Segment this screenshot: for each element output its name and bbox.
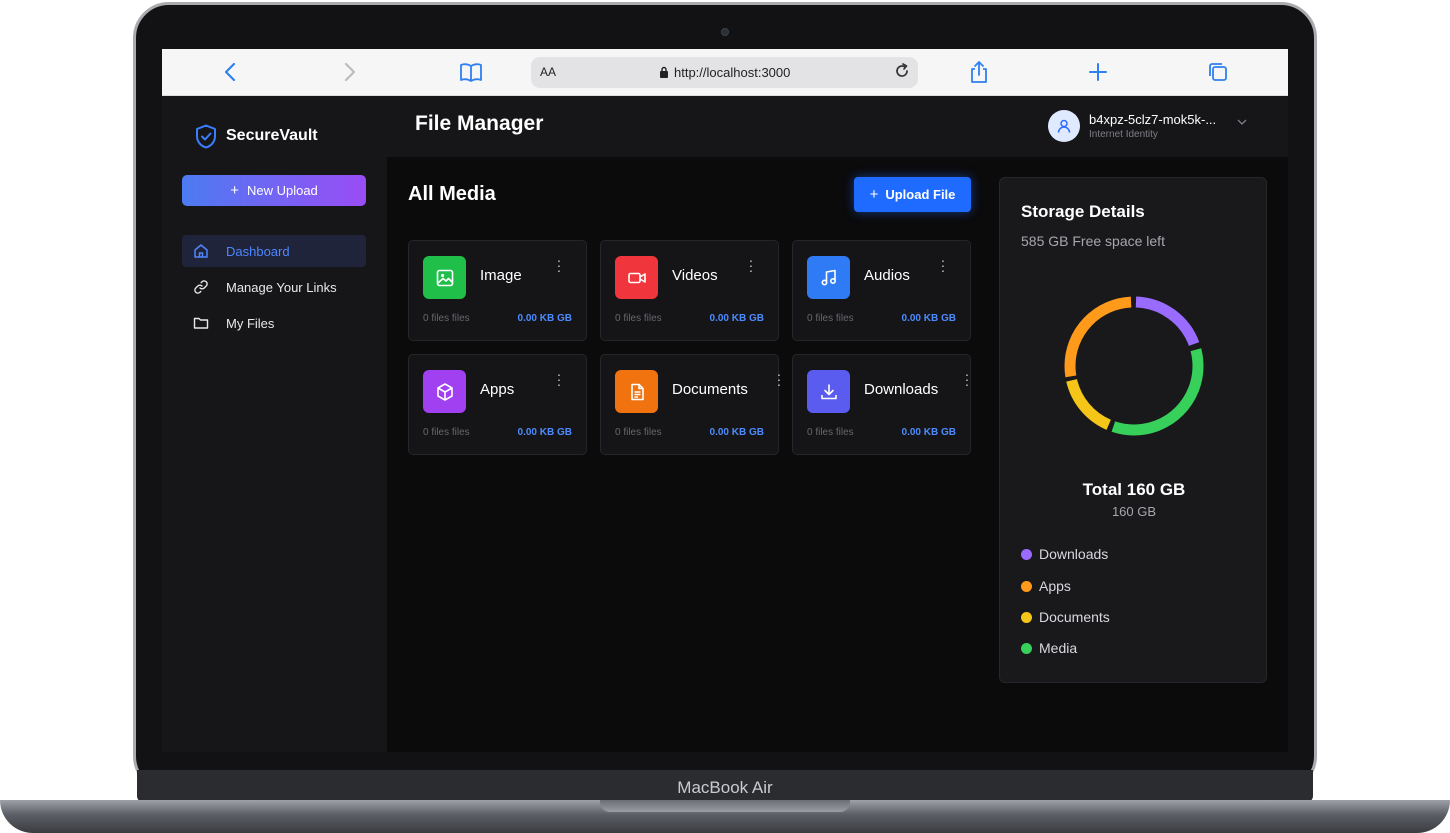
sidebar-item-label: My Files (226, 315, 275, 331)
legend-dot (1021, 548, 1032, 560)
user-icon (1057, 119, 1071, 133)
card-count: 0 files files (807, 427, 854, 438)
chevron-down-icon[interactable] (1237, 117, 1247, 129)
document-icon (615, 370, 658, 413)
more-vertical-icon[interactable]: · · · (963, 367, 971, 391)
card-size: 0.00 KB GB (517, 427, 572, 438)
new-tab-icon[interactable] (1085, 59, 1111, 85)
card-count: 0 files files (807, 313, 854, 324)
card-count: 0 files files (423, 427, 470, 438)
more-vertical-icon[interactable]: · · · (939, 253, 947, 277)
bookmarks-icon[interactable] (458, 59, 484, 85)
card-title: Audios (864, 267, 910, 284)
back-icon[interactable] (218, 59, 244, 85)
plus-icon: + (869, 186, 879, 203)
card-count: 0 files files (615, 427, 662, 438)
link-icon (194, 280, 208, 294)
shield-check-icon (196, 124, 216, 148)
sidebar-item-label: Manage Your Links (226, 279, 337, 295)
upload-file-label: Upload File (885, 187, 956, 202)
forward-icon[interactable] (336, 59, 362, 85)
card-size: 0.00 KB GB (709, 427, 764, 438)
laptop-notch (600, 800, 850, 812)
download-icon (807, 370, 850, 413)
media-card-videos[interactable]: Videos · · · 0 files files 0.00 KB GB (600, 240, 779, 341)
storage-total-sub: 160 GB (1111, 504, 1157, 519)
new-upload-label: New Upload (246, 183, 318, 198)
brand-name: SecureVault (226, 127, 318, 144)
storage-donut-chart (1064, 296, 1204, 436)
upload-file-button[interactable]: + Upload File (854, 177, 971, 212)
reader-aa-button[interactable]: AA (540, 65, 556, 79)
legend-dot (1021, 642, 1032, 654)
address-bar[interactable]: AA http://localhost:3000 (531, 57, 918, 88)
share-icon[interactable] (966, 59, 992, 85)
storage-title: Storage Details (1021, 202, 1145, 221)
camera (721, 28, 729, 36)
media-card-image[interactable]: Image · · · 0 files files 0.00 KB GB (408, 240, 587, 341)
device-label: MacBook Air (677, 778, 773, 797)
user-subtitle: Internet Identity (1089, 129, 1158, 140)
top-header: File Manager b4xpz-5clz7-mok5k-... Inter… (387, 96, 1288, 157)
laptop-base: MacBook Air (0, 770, 1450, 833)
browser-toolbar: AA http://localhost:3000 (162, 49, 1288, 96)
card-count: 0 files files (423, 313, 470, 324)
video-icon (615, 256, 658, 299)
reload-icon[interactable] (892, 61, 912, 86)
more-vertical-icon[interactable]: · · · (555, 367, 563, 391)
card-title: Downloads (864, 381, 939, 398)
card-title: Documents (672, 381, 748, 398)
music-icon (807, 256, 850, 299)
media-card-audios[interactable]: Audios · · · 0 files files 0.00 KB GB (792, 240, 971, 341)
url-text: http://localhost:3000 (674, 65, 791, 80)
storage-free-space: 585 GB Free space left (1021, 233, 1165, 249)
cube-icon (423, 370, 466, 413)
page-title: File Manager (415, 112, 544, 135)
more-vertical-icon[interactable]: · · · (747, 253, 755, 277)
card-size: 0.00 KB GB (901, 313, 956, 324)
sidebar: SecureVault + New Upload Dashboard Manag… (162, 96, 387, 752)
home-icon (194, 244, 208, 258)
storage-total-title: Total 160 GB (1082, 480, 1186, 499)
legend-item-apps: Apps (1021, 578, 1071, 594)
more-vertical-icon[interactable]: · · · (555, 253, 563, 277)
card-size: 0.00 KB GB (517, 313, 572, 324)
legend-item-media: Media (1021, 640, 1077, 656)
brand-logo[interactable]: SecureVault (195, 123, 318, 149)
media-card-documents[interactable]: Documents · · · 0 files files 0.00 KB GB (600, 354, 781, 455)
legend-dot (1021, 580, 1032, 592)
screen: AA http://localhost:3000 SecureVault + N… (162, 49, 1288, 752)
legend-dot (1021, 611, 1032, 623)
section-title: All Media (408, 183, 496, 205)
card-title: Apps (480, 381, 515, 398)
card-size: 0.00 KB GB (901, 427, 956, 438)
card-title: Videos (672, 267, 718, 284)
sidebar-item-dashboard[interactable]: Dashboard (182, 235, 366, 267)
new-upload-button[interactable]: + New Upload (182, 175, 366, 206)
sidebar-item-my-files[interactable]: My Files (182, 307, 366, 339)
user-name[interactable]: b4xpz-5clz7-mok5k-... (1089, 112, 1216, 127)
sidebar-item-manage-links[interactable]: Manage Your Links (182, 271, 366, 303)
legend-label: Apps (1039, 578, 1071, 594)
legend-label: Media (1039, 640, 1078, 656)
lock-icon (660, 66, 668, 78)
legend-item-downloads: Downloads (1021, 546, 1108, 562)
legend-label: Downloads (1039, 546, 1109, 562)
folder-icon (193, 317, 209, 329)
image-icon (423, 256, 466, 299)
tabs-icon[interactable] (1205, 59, 1231, 85)
more-vertical-icon[interactable]: · · · (775, 367, 783, 391)
media-card-downloads[interactable]: Downloads · · · 0 files files 0.00 KB GB (792, 354, 971, 455)
media-card-apps[interactable]: Apps · · · 0 files files 0.00 KB GB (408, 354, 587, 455)
plus-icon: + (230, 182, 239, 199)
legend-label: Documents (1039, 609, 1110, 625)
sidebar-item-label: Dashboard (226, 243, 290, 259)
legend-item-documents: Documents (1021, 609, 1110, 625)
avatar[interactable] (1048, 110, 1080, 142)
card-size: 0.00 KB GB (709, 313, 764, 324)
card-title: Image (480, 267, 522, 284)
storage-details-panel: Storage Details 585 GB Free space left T… (999, 177, 1267, 683)
card-count: 0 files files (615, 313, 662, 324)
